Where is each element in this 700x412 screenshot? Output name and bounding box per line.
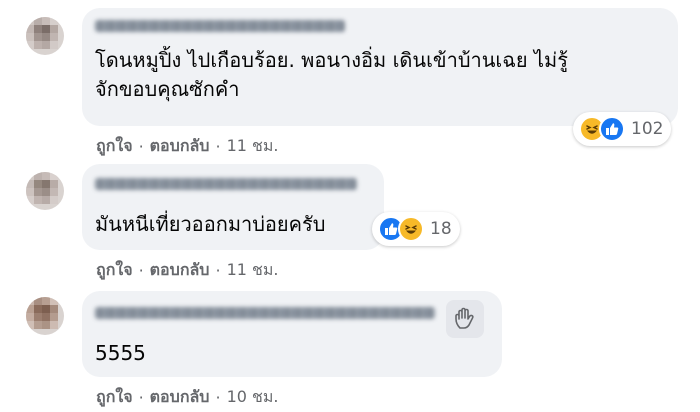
avatar[interactable] (26, 17, 64, 55)
comment-bubble: 5555 (82, 291, 502, 377)
separator: · (138, 261, 144, 280)
like-action[interactable]: ถูกใจ (96, 134, 133, 159)
commenter-name[interactable] (95, 20, 345, 32)
reaction-summary[interactable]: 18 (372, 212, 460, 246)
timestamp[interactable]: 11 ชม. (227, 258, 279, 283)
like-action[interactable]: ถูกใจ (96, 385, 133, 410)
separator: · (138, 388, 144, 407)
separator: · (215, 388, 221, 407)
comment-bubble: โดนหมูปิ้ง ไปเกือบร้อย. พอนางอิ่ม เดินเข… (82, 8, 678, 126)
comment-actions: ถูกใจ · ตอบกลับ · 10 ชม. (96, 385, 279, 410)
reply-action[interactable]: ตอบกลับ (150, 385, 210, 410)
haha-icon (398, 216, 424, 242)
wave-icon[interactable] (446, 300, 484, 338)
commenter-name[interactable] (95, 178, 357, 190)
timestamp[interactable]: 11 ชม. (227, 134, 279, 159)
like-action[interactable]: ถูกใจ (96, 258, 133, 283)
comment-text: โดนหมูปิ้ง ไปเกือบร้อย. พอนางอิ่ม เดินเข… (95, 48, 568, 101)
timestamp[interactable]: 10 ชม. (227, 385, 279, 410)
reply-action[interactable]: ตอบกลับ (150, 258, 210, 283)
reaction-summary[interactable]: 102 (573, 112, 671, 146)
like-icon (599, 116, 625, 142)
comment-text: มันหนีเที่ยวออกมาบ่อยครับ (95, 212, 326, 236)
comment-text: 5555 (95, 341, 146, 365)
separator: · (138, 137, 144, 156)
comment-bubble: มันหนีเที่ยวออกมาบ่อยครับ (82, 164, 384, 250)
comment-thread: โดนหมูปิ้ง ไปเกือบร้อย. พอนางอิ่ม เดินเข… (0, 0, 700, 412)
avatar[interactable] (26, 172, 64, 210)
commenter-name[interactable] (95, 307, 435, 319)
separator: · (215, 137, 221, 156)
reply-action[interactable]: ตอบกลับ (150, 134, 210, 159)
comment-actions: ถูกใจ · ตอบกลับ · 11 ชม. (96, 134, 279, 159)
separator: · (215, 261, 221, 280)
reaction-count: 102 (631, 119, 664, 139)
reaction-count: 18 (430, 219, 452, 239)
comment-actions: ถูกใจ · ตอบกลับ · 11 ชม. (96, 258, 279, 283)
avatar[interactable] (26, 297, 64, 335)
